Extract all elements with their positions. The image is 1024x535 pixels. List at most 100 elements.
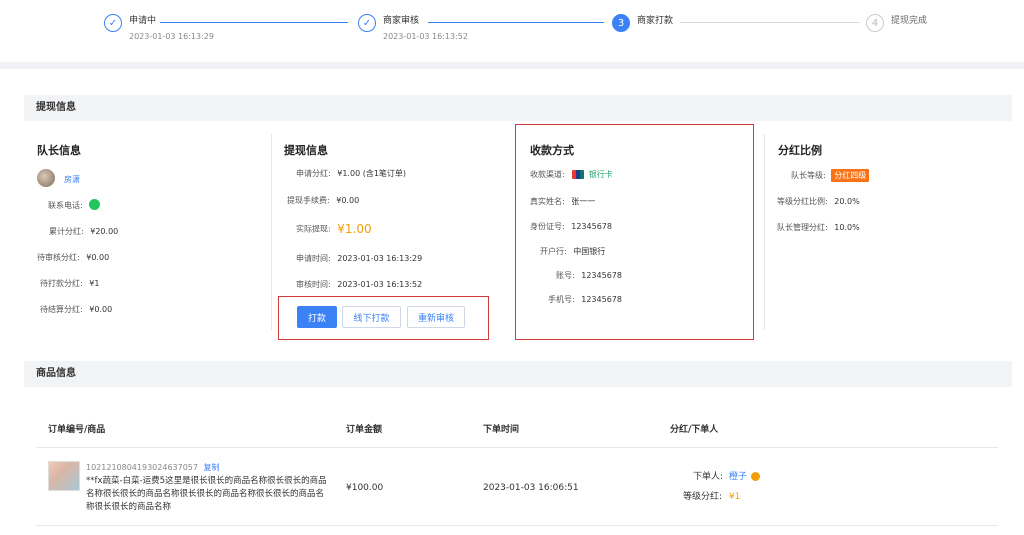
phone-label: 联系电话:	[48, 201, 83, 210]
level-dividend-row: 等级分红: ¥1	[683, 489, 740, 502]
payment-title: 收款方式	[530, 144, 574, 157]
pending-review-row: 待审核分红: ¥0.00	[37, 252, 109, 263]
review-time-value: 2023-01-03 16:13:52	[337, 280, 423, 289]
column-divider	[764, 134, 765, 330]
ratio-title: 分红比例	[778, 144, 822, 157]
review-time-label: 审核时间:	[296, 280, 331, 289]
step-applying: ✓ 申请中 2023-01-03 16:13:29	[104, 14, 214, 41]
bank-label: 开户行:	[540, 247, 567, 256]
level-dividend-value: ¥1	[728, 492, 741, 502]
col-header-order: 订单编号/商品	[48, 425, 106, 435]
step-time: 2023-01-03 16:13:29	[129, 32, 214, 41]
check-icon: ✓	[104, 14, 122, 32]
step-title: 申请中	[129, 16, 157, 26]
captain-name[interactable]: 房潇	[64, 174, 80, 185]
mgmt-row: 队长管理分红: 10.0%	[777, 222, 860, 233]
id-value: 12345678	[571, 222, 612, 231]
order-number: 1021210804193024637057	[86, 463, 198, 472]
actual-row: 实际提现: ¥1.00	[296, 222, 372, 236]
level-ratio-label: 等级分红比例:	[777, 197, 828, 206]
step-connector	[428, 22, 604, 23]
channel-value: 银行卡	[588, 170, 613, 179]
phone-row: 联系电话:	[48, 199, 101, 211]
withdraw-title: 提现信息	[284, 144, 328, 157]
apply-time-value: 2023-01-03 16:13:29	[337, 254, 423, 263]
step-merchant-review: ✓ 商家审核 2023-01-03 16:13:52	[358, 14, 468, 41]
pending-pay-value: ¥1	[89, 279, 100, 288]
bank-card-icon	[572, 170, 585, 179]
copy-link[interactable]: 复制	[204, 463, 220, 472]
level-badge: 分红四级	[831, 169, 870, 182]
pending-settle-label: 待结算分红:	[40, 305, 83, 314]
step-title: 提现完成	[891, 16, 928, 26]
progress-steps: ✓ 申请中 2023-01-03 16:13:29 ✓ 商家审核 2023-01…	[0, 0, 1024, 62]
section-header-goods: 商品信息	[24, 361, 1012, 387]
account-value: 12345678	[581, 271, 622, 280]
accum-value: ¥20.00	[90, 227, 119, 236]
product-thumbnail[interactable]	[48, 461, 80, 491]
mobile-label: 手机号:	[548, 295, 575, 304]
review-time-row: 审核时间: 2023-01-03 16:13:52	[296, 279, 422, 290]
captain-title: 队长信息	[37, 144, 81, 157]
step-time: 2023-01-03 16:13:52	[383, 32, 468, 41]
step-number: 4	[866, 14, 884, 32]
level-dividend-label: 等级分红:	[683, 492, 723, 502]
id-label: 身份证号:	[530, 222, 565, 231]
step-connector	[680, 22, 860, 23]
channel-label: 收款渠道:	[530, 170, 565, 179]
product-name: **fx蔬菜-白菜-运费5这里是很长很长的商品名称很长很长的商品名称很长很长的商…	[86, 476, 327, 512]
step-connector	[160, 22, 348, 23]
fee-value: ¥0.00	[336, 196, 360, 205]
buyer-name[interactable]: 橙子	[729, 472, 747, 482]
apply-time-row: 申请时间: 2023-01-03 16:13:29	[296, 253, 422, 264]
step-merchant-pay: 3 商家打款	[612, 14, 673, 32]
offline-pay-button[interactable]: 线下打款	[342, 306, 401, 328]
level-ratio-row: 等级分红比例: 20.0%	[777, 196, 860, 207]
table-divider	[36, 447, 998, 448]
accum-label: 累计分红:	[49, 227, 84, 236]
separator-band	[0, 62, 1024, 69]
pending-review-value: ¥0.00	[86, 253, 110, 262]
section-header-withdraw: 提现信息	[24, 95, 1012, 121]
check-icon: ✓	[358, 14, 376, 32]
name-value: 张一一	[571, 197, 596, 206]
pending-review-label: 待审核分红:	[37, 253, 80, 262]
actual-label: 实际提现:	[296, 224, 331, 234]
level-label: 队长等级:	[791, 171, 826, 180]
name-label: 真实姓名:	[530, 197, 565, 206]
column-divider	[271, 134, 272, 330]
apply-time-label: 申请时间:	[296, 254, 331, 263]
pay-button[interactable]: 打款	[297, 306, 337, 328]
pending-settle-value: ¥0.00	[89, 305, 113, 314]
col-header-amount: 订单金额	[346, 425, 383, 435]
step-number: 3	[612, 14, 630, 32]
apply-value: ¥1.00 (含1笔订单)	[337, 169, 407, 178]
actual-value: ¥1.00	[337, 222, 372, 236]
bank-row: 开户行: 中国银行	[540, 246, 605, 257]
fee-row: 提现手续费: ¥0.00	[287, 195, 359, 206]
channel-row: 收款渠道: 银行卡	[530, 169, 613, 180]
step-title: 商家审核	[383, 16, 420, 26]
step-complete: 4 提现完成	[866, 14, 927, 32]
pending-settle-row: 待结算分红: ¥0.00	[40, 304, 112, 315]
mobile-value: 12345678	[581, 295, 622, 304]
buyer-label: 下单人:	[693, 472, 724, 482]
id-row: 身份证号: 12345678	[530, 221, 612, 232]
level-ratio-value: 20.0%	[834, 197, 860, 206]
rereview-button[interactable]: 重新审核	[407, 306, 465, 328]
mobile-row: 手机号: 12345678	[548, 294, 622, 305]
apply-label: 申请分红:	[296, 169, 331, 178]
col-header-time: 下单时间	[483, 425, 520, 435]
order-number-row: 1021210804193024637057 复制	[86, 462, 220, 473]
order-amount: ¥100.00	[346, 483, 384, 493]
fee-label: 提现手续费:	[287, 196, 330, 205]
mgmt-label: 队长管理分红:	[777, 223, 828, 232]
order-time: 2023-01-03 16:06:51	[483, 483, 579, 493]
mgmt-value: 10.0%	[834, 223, 860, 232]
apply-row: 申请分红: ¥1.00 (含1笔订单)	[296, 168, 406, 179]
wechat-icon[interactable]	[89, 199, 101, 210]
pending-pay-row: 待打款分红: ¥1	[40, 278, 99, 289]
step-title: 商家打款	[637, 16, 674, 26]
orange-fruit-icon	[750, 472, 760, 481]
col-header-dividend: 分红/下单人	[670, 425, 719, 435]
